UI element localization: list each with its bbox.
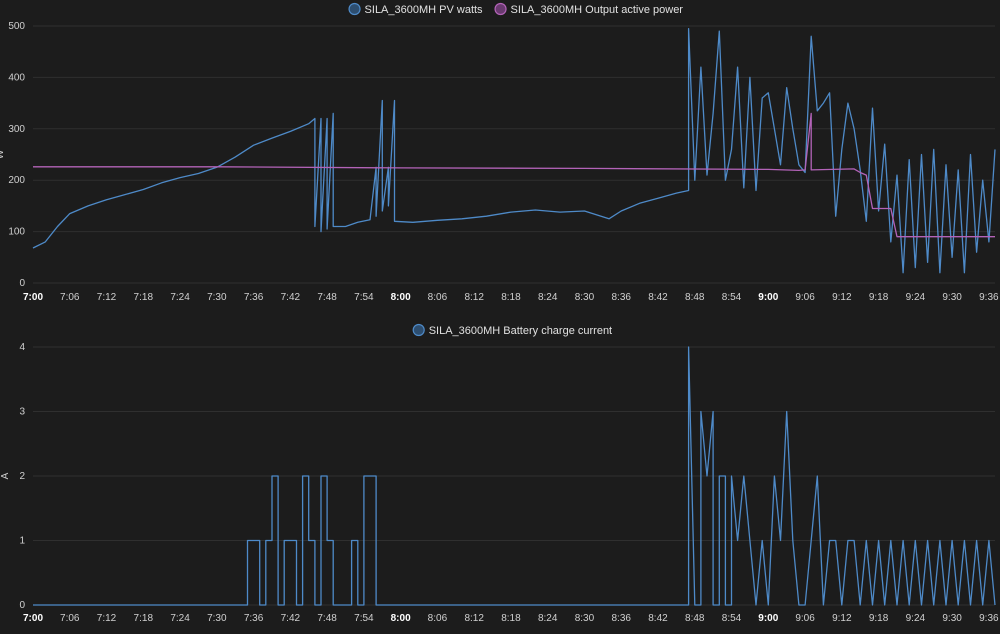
y-axis: 0 100 200 300 400 500 W	[0, 21, 995, 289]
x-tick-label: 8:30	[575, 292, 595, 303]
x-tick-label: 8:12	[464, 292, 484, 303]
x-tick-label: 9:36	[979, 292, 999, 303]
x-tick-label: 9:06	[795, 292, 815, 303]
x-tick-label: 7:00	[23, 292, 43, 303]
y-axis: 0 1 2 3 4 A	[0, 342, 995, 611]
x-tick-label: 8:36	[611, 292, 631, 303]
x-tick-label: 7:30	[207, 613, 227, 624]
x-tick-label: 9:24	[906, 613, 926, 624]
y-tick-label: 2	[19, 471, 25, 482]
x-tick-label: 9:30	[942, 613, 962, 624]
x-tick-label: 8:48	[685, 292, 705, 303]
x-tick-label: 8:24	[538, 292, 558, 303]
x-tick-label: 8:00	[391, 613, 411, 624]
series-line-1	[32, 27, 996, 274]
y-axis-title: A	[0, 472, 11, 479]
x-tick-label: 8:06	[428, 292, 448, 303]
x-tick-label: 7:48	[317, 613, 337, 624]
x-tick-label: 7:06	[60, 613, 80, 624]
x-tick-label: 8:36	[611, 613, 631, 624]
x-tick-label: 9:30	[942, 292, 962, 303]
y-tick-label: 4	[19, 342, 25, 353]
x-tick-label: 7:54	[354, 613, 374, 624]
series-line-2	[33, 112, 995, 238]
x-tick-label: 7:54	[354, 292, 374, 303]
x-tick-label: 8:24	[538, 613, 558, 624]
legend-item[interactable]: SILA_3600MH PV watts	[348, 2, 484, 17]
legend-label: SILA_3600MH Output active power	[511, 4, 684, 16]
x-tick-label: 8:54	[722, 292, 742, 303]
x-tick-label: 8:12	[464, 613, 484, 624]
legend-marker	[494, 2, 507, 16]
chart-canvas: 0 100 200 300 400 500 W 7:00 7:06 7:12 7:18 7:24 7:3…	[0, 2, 999, 624]
series-group	[32, 27, 996, 274]
x-tick-label: 8:48	[685, 613, 705, 624]
x-tick-label: 8:54	[722, 613, 742, 624]
legend-item[interactable]: SILA_3600MH Battery charge current	[412, 323, 612, 338]
x-tick-label: 7:36	[244, 292, 264, 303]
x-tick-label: 8:30	[575, 613, 595, 624]
x-tick-label: 7:12	[97, 292, 117, 303]
y-tick-label: 200	[8, 175, 25, 186]
bottom-chart: 01234A7:00 7:06 7:12 7:18 7:24 7:30 7:36 7:42 7:…	[0, 323, 999, 624]
legend-label: SILA_3600MH Battery charge current	[429, 325, 612, 337]
x-tick-label: 7:06	[60, 292, 80, 303]
x-tick-label: 8:06	[428, 613, 448, 624]
x-tick-label: 9:12	[832, 613, 852, 624]
x-tick-label: 9:24	[906, 292, 926, 303]
legend: SILA_3600MH PV watts SILA_3600MH Output a…	[348, 2, 684, 17]
y-tick-label: 100	[8, 227, 25, 238]
x-tick-label: 7:18	[134, 613, 154, 624]
top-chart: 0 100 200 300 400 500 W 7:00 7:06 7:12 7:18 7:24 7:3…	[0, 2, 999, 303]
legend-marker	[348, 2, 361, 16]
x-tick-label: 7:00	[23, 613, 43, 624]
y-axis-title: W	[0, 149, 6, 159]
x-tick-label: 9:00	[758, 613, 778, 624]
x-tick-label: 9:36	[979, 613, 999, 624]
y-tick-label: 400	[8, 72, 25, 83]
x-tick-label: 7:42	[281, 613, 301, 624]
y-tick-label: 0	[19, 278, 25, 289]
x-tick-label: 9:18	[869, 613, 889, 624]
x-tick-label: 8:18	[501, 292, 521, 303]
x-tick-label: 8:42	[648, 613, 668, 624]
y-tick-label: 500	[8, 21, 25, 32]
y-tick-label: 1	[19, 536, 25, 547]
x-tick-label: 8:00	[391, 292, 411, 303]
y-tick-label: 3	[19, 407, 25, 418]
legend-item[interactable]: SILA_3600MH Output active power	[494, 2, 684, 17]
x-tick-label: 8:18	[501, 613, 521, 624]
x-tick-label: 7:30	[207, 292, 227, 303]
legend-label: SILA_3600MH PV watts	[365, 4, 484, 16]
x-tick-label: 8:42	[648, 292, 668, 303]
y-tick-label: 0	[19, 600, 25, 611]
x-tick-label: 7:18	[134, 292, 154, 303]
x-tick-label: 7:12	[97, 613, 117, 624]
x-axis: 7:00 7:06 7:12 7:18 7:24 7:30 7:36 7:42 7:48 7:54…	[23, 292, 999, 303]
x-tick-label: 9:00	[758, 292, 778, 303]
x-tick-label: 7:48	[317, 292, 337, 303]
y-tick-label: 300	[8, 124, 25, 135]
x-tick-label: 9:12	[832, 292, 852, 303]
x-tick-label: 7:36	[244, 613, 264, 624]
x-tick-label: 7:24	[170, 613, 190, 624]
x-tick-label: 7:24	[170, 292, 190, 303]
x-tick-label: 7:42	[281, 292, 301, 303]
x-tick-label: 9:18	[869, 292, 889, 303]
x-tick-label: 9:06	[795, 613, 815, 624]
legend: SILA_3600MH Battery charge current	[412, 323, 612, 338]
x-axis: 7:00 7:06 7:12 7:18 7:24 7:30 7:36 7:42 7:48 7:54…	[23, 613, 999, 624]
legend-marker	[412, 323, 425, 337]
